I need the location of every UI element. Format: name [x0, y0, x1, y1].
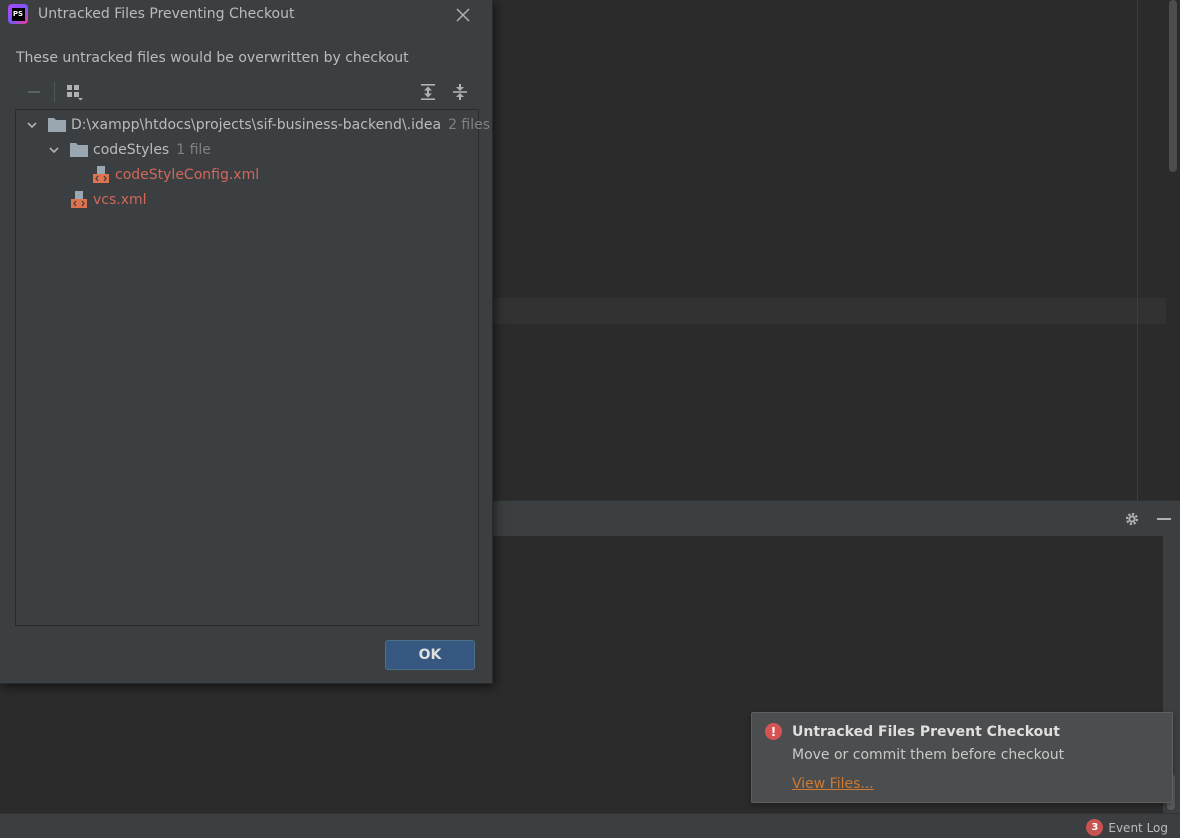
phpstorm-logo-icon: PS [8, 4, 28, 24]
dialog-titlebar[interactable]: PS Untracked Files Preventing Checkout [0, 0, 493, 30]
tree-folder-node[interactable]: codeStyles 1 file [46, 137, 211, 162]
collapse-all-button[interactable] [448, 80, 472, 104]
expand-all-button[interactable] [416, 80, 440, 104]
notification-title: Untracked Files Prevent Checkout [792, 724, 1060, 740]
chevron-down-icon[interactable] [24, 117, 40, 133]
collapse-all-icon [451, 83, 469, 101]
root-file-count: 2 files [448, 116, 491, 133]
untracked-files-dialog: PS Untracked Files Preventing Checkout T… [0, 0, 493, 684]
expand-all-icon [419, 83, 437, 101]
event-log-label: Event Log [1108, 820, 1168, 835]
tree-toolbar [16, 78, 478, 106]
tree-file-node[interactable]: codeStyleConfig.xml [92, 162, 259, 187]
event-count-badge: 3 [1086, 819, 1104, 836]
group-by-button[interactable] [63, 80, 87, 104]
error-icon: ! [765, 723, 782, 740]
view-files-link[interactable]: View Files... [792, 776, 874, 792]
folder-label: codeStyles [93, 141, 170, 158]
xml-file-icon [92, 165, 110, 183]
editor-scrollbar-thumb[interactable] [1169, 0, 1177, 172]
event-log-button[interactable]: 3 Event Log [1086, 819, 1168, 836]
hide-icon[interactable] [1152, 507, 1176, 531]
group-by-icon [66, 83, 84, 101]
notification-balloon: ! Untracked Files Prevent Checkout Move … [751, 712, 1173, 803]
dialog-message: These untracked files would be overwritt… [16, 50, 409, 66]
editor-scrollbar[interactable] [1166, 0, 1180, 500]
root-path-label: D:\xampp\htdocs\projects\sif-business-ba… [71, 116, 442, 133]
editor-right-margin [1137, 0, 1138, 500]
chevron-down-icon[interactable] [46, 142, 62, 158]
dialog-title: Untracked Files Preventing Checkout [38, 6, 295, 22]
folder-icon [70, 142, 88, 158]
file-label: codeStyleConfig.xml [115, 166, 260, 183]
tree-file-node[interactable]: vcs.xml [70, 187, 147, 212]
notification-text: Move or commit them before checkout [792, 747, 1065, 763]
minus-icon [26, 84, 42, 100]
remove-button[interactable] [22, 80, 46, 104]
folder-icon [48, 117, 66, 133]
file-label: vcs.xml [93, 191, 147, 208]
tree-root-node[interactable]: D:\xampp\htdocs\projects\sif-business-ba… [24, 112, 490, 137]
status-bar: 3 Event Log [0, 813, 1180, 838]
untracked-files-tree[interactable]: D:\xampp\htdocs\projects\sif-business-ba… [15, 109, 490, 626]
folder-file-count: 1 file [176, 141, 211, 158]
xml-file-icon [70, 190, 88, 208]
close-icon[interactable] [452, 4, 474, 26]
gear-icon[interactable] [1120, 507, 1144, 531]
toolbar-separator [54, 82, 55, 102]
ok-button[interactable]: OK [385, 640, 475, 670]
